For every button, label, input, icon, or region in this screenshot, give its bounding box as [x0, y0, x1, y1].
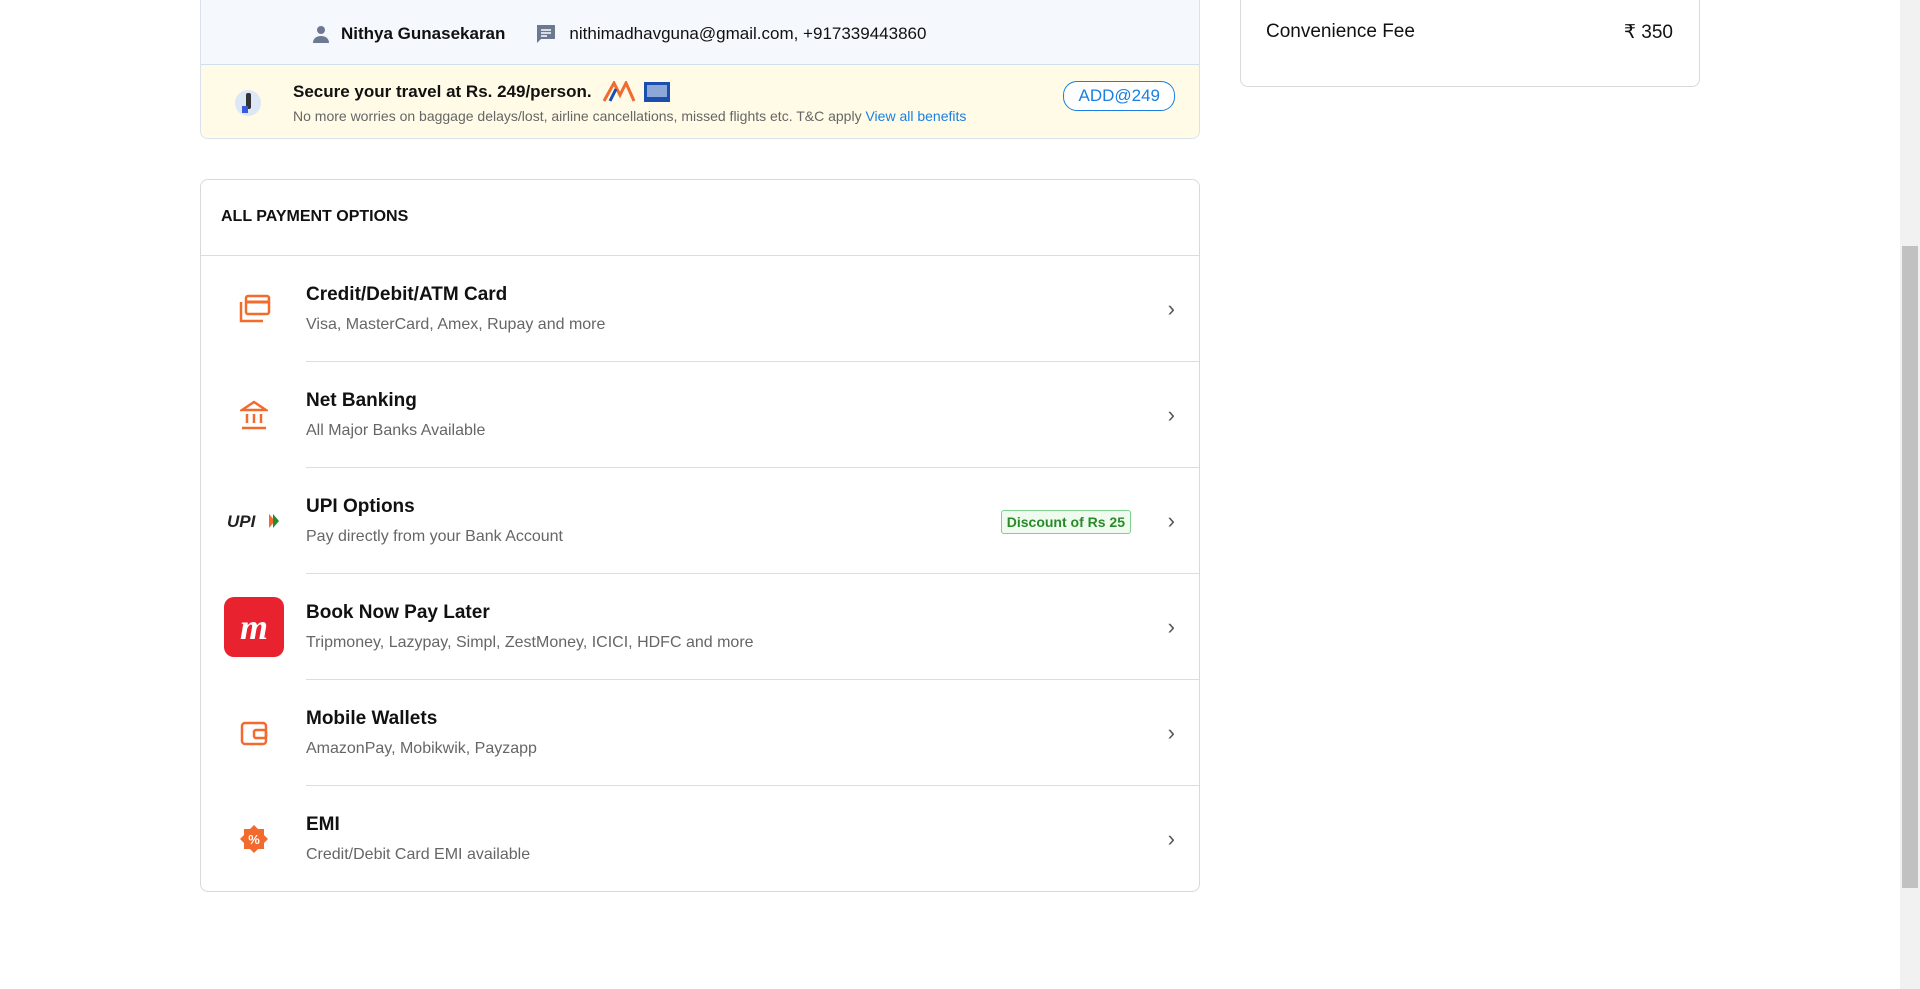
option-title: EMI [306, 814, 340, 835]
payment-options-card: ALL PAYMENT OPTIONS Credit/Debit/ATM Car… [200, 179, 1200, 892]
convenience-fee-value: ₹ 350 [1623, 22, 1673, 43]
traveller-card: Nithya Gunasekaran nithimadhavguna@gmail… [200, 0, 1200, 139]
payment-options-heading: ALL PAYMENT OPTIONS [201, 180, 1199, 256]
emi-icon: % [201, 824, 306, 854]
message-icon [537, 24, 556, 43]
traveller-luggage-icon [235, 89, 261, 116]
chevron-right-icon[interactable]: › [1168, 296, 1175, 322]
option-title: Mobile Wallets [306, 707, 438, 729]
insurance-description: No more worries on baggage delays/lost, … [293, 108, 862, 124]
payment-option-emi[interactable]: % EMI Credit/Debit Card EMI available › [201, 786, 1199, 892]
svg-text:UPI: UPI [227, 512, 257, 531]
option-subtitle: Tripmoney, Lazypay, Simpl, ZestMoney, IC… [306, 633, 754, 651]
chevron-right-icon[interactable]: › [1168, 826, 1175, 852]
option-title: Credit/Debit/ATM Card [306, 283, 508, 305]
bank-icon [201, 400, 306, 430]
scrollbar-thumb[interactable] [1902, 246, 1918, 888]
traveller-name: Nithya Gunasekaran [341, 23, 506, 43]
tripmoney-logo: m [201, 597, 306, 657]
add-insurance-button[interactable]: ADD@249 [1063, 81, 1175, 111]
convenience-fee-label: Convenience Fee [1266, 21, 1415, 42]
payment-option-credit-debit-atm-card[interactable]: Credit/Debit/ATM Card Visa, MasterCard, … [201, 256, 1199, 362]
chevron-right-icon[interactable]: › [1168, 720, 1175, 746]
payment-option-mobile-wallets[interactable]: Mobile Wallets AmazonPay, Mobikwik, Payz… [201, 680, 1199, 786]
svg-text:m: m [239, 607, 267, 647]
chevron-right-icon[interactable]: › [1168, 402, 1175, 428]
insurer-logo [602, 81, 670, 102]
view-benefits-link[interactable]: View all benefits [865, 108, 966, 124]
chevron-right-icon[interactable]: › [1168, 614, 1175, 640]
option-title: Book Now Pay Later [306, 601, 490, 623]
option-title: Net Banking [306, 389, 417, 411]
payment-option-upi-options[interactable]: UPI UPI Options Pay directly from your B… [201, 468, 1199, 574]
payment-option-net-banking[interactable]: Net Banking All Major Banks Available › [201, 362, 1199, 468]
fare-summary: Convenience Fee ₹ 350 [1240, 0, 1700, 87]
upi-logo: UPI [201, 511, 306, 531]
option-subtitle: Credit/Debit Card EMI available [306, 846, 531, 863]
svg-text:%: % [248, 832, 260, 847]
contact-row: Nithya Gunasekaran nithimadhavguna@gmail… [201, 0, 1199, 65]
card-icon [201, 294, 306, 324]
scrollbar[interactable] [1900, 0, 1920, 989]
contact-details: nithimadhavguna@gmail.com, +917339443860 [569, 23, 927, 43]
discount-badge: Discount of Rs 25 [1000, 510, 1131, 534]
option-subtitle: All Major Banks Available [306, 421, 486, 439]
wallet-icon [201, 718, 306, 748]
option-subtitle: Visa, MasterCard, Amex, Rupay and more [306, 315, 606, 333]
person-icon [313, 25, 329, 43]
insurance-title: Secure your travel at Rs. 249/person. [293, 82, 592, 101]
payment-option-book-now-pay-later[interactable]: m Book Now Pay Later Tripmoney, Lazypay,… [201, 574, 1199, 680]
option-subtitle: AmazonPay, Mobikwik, Payzapp [306, 739, 537, 757]
insurance-banner: Secure your travel at Rs. 249/person. No… [201, 65, 1199, 138]
chevron-right-icon[interactable]: › [1168, 508, 1175, 534]
